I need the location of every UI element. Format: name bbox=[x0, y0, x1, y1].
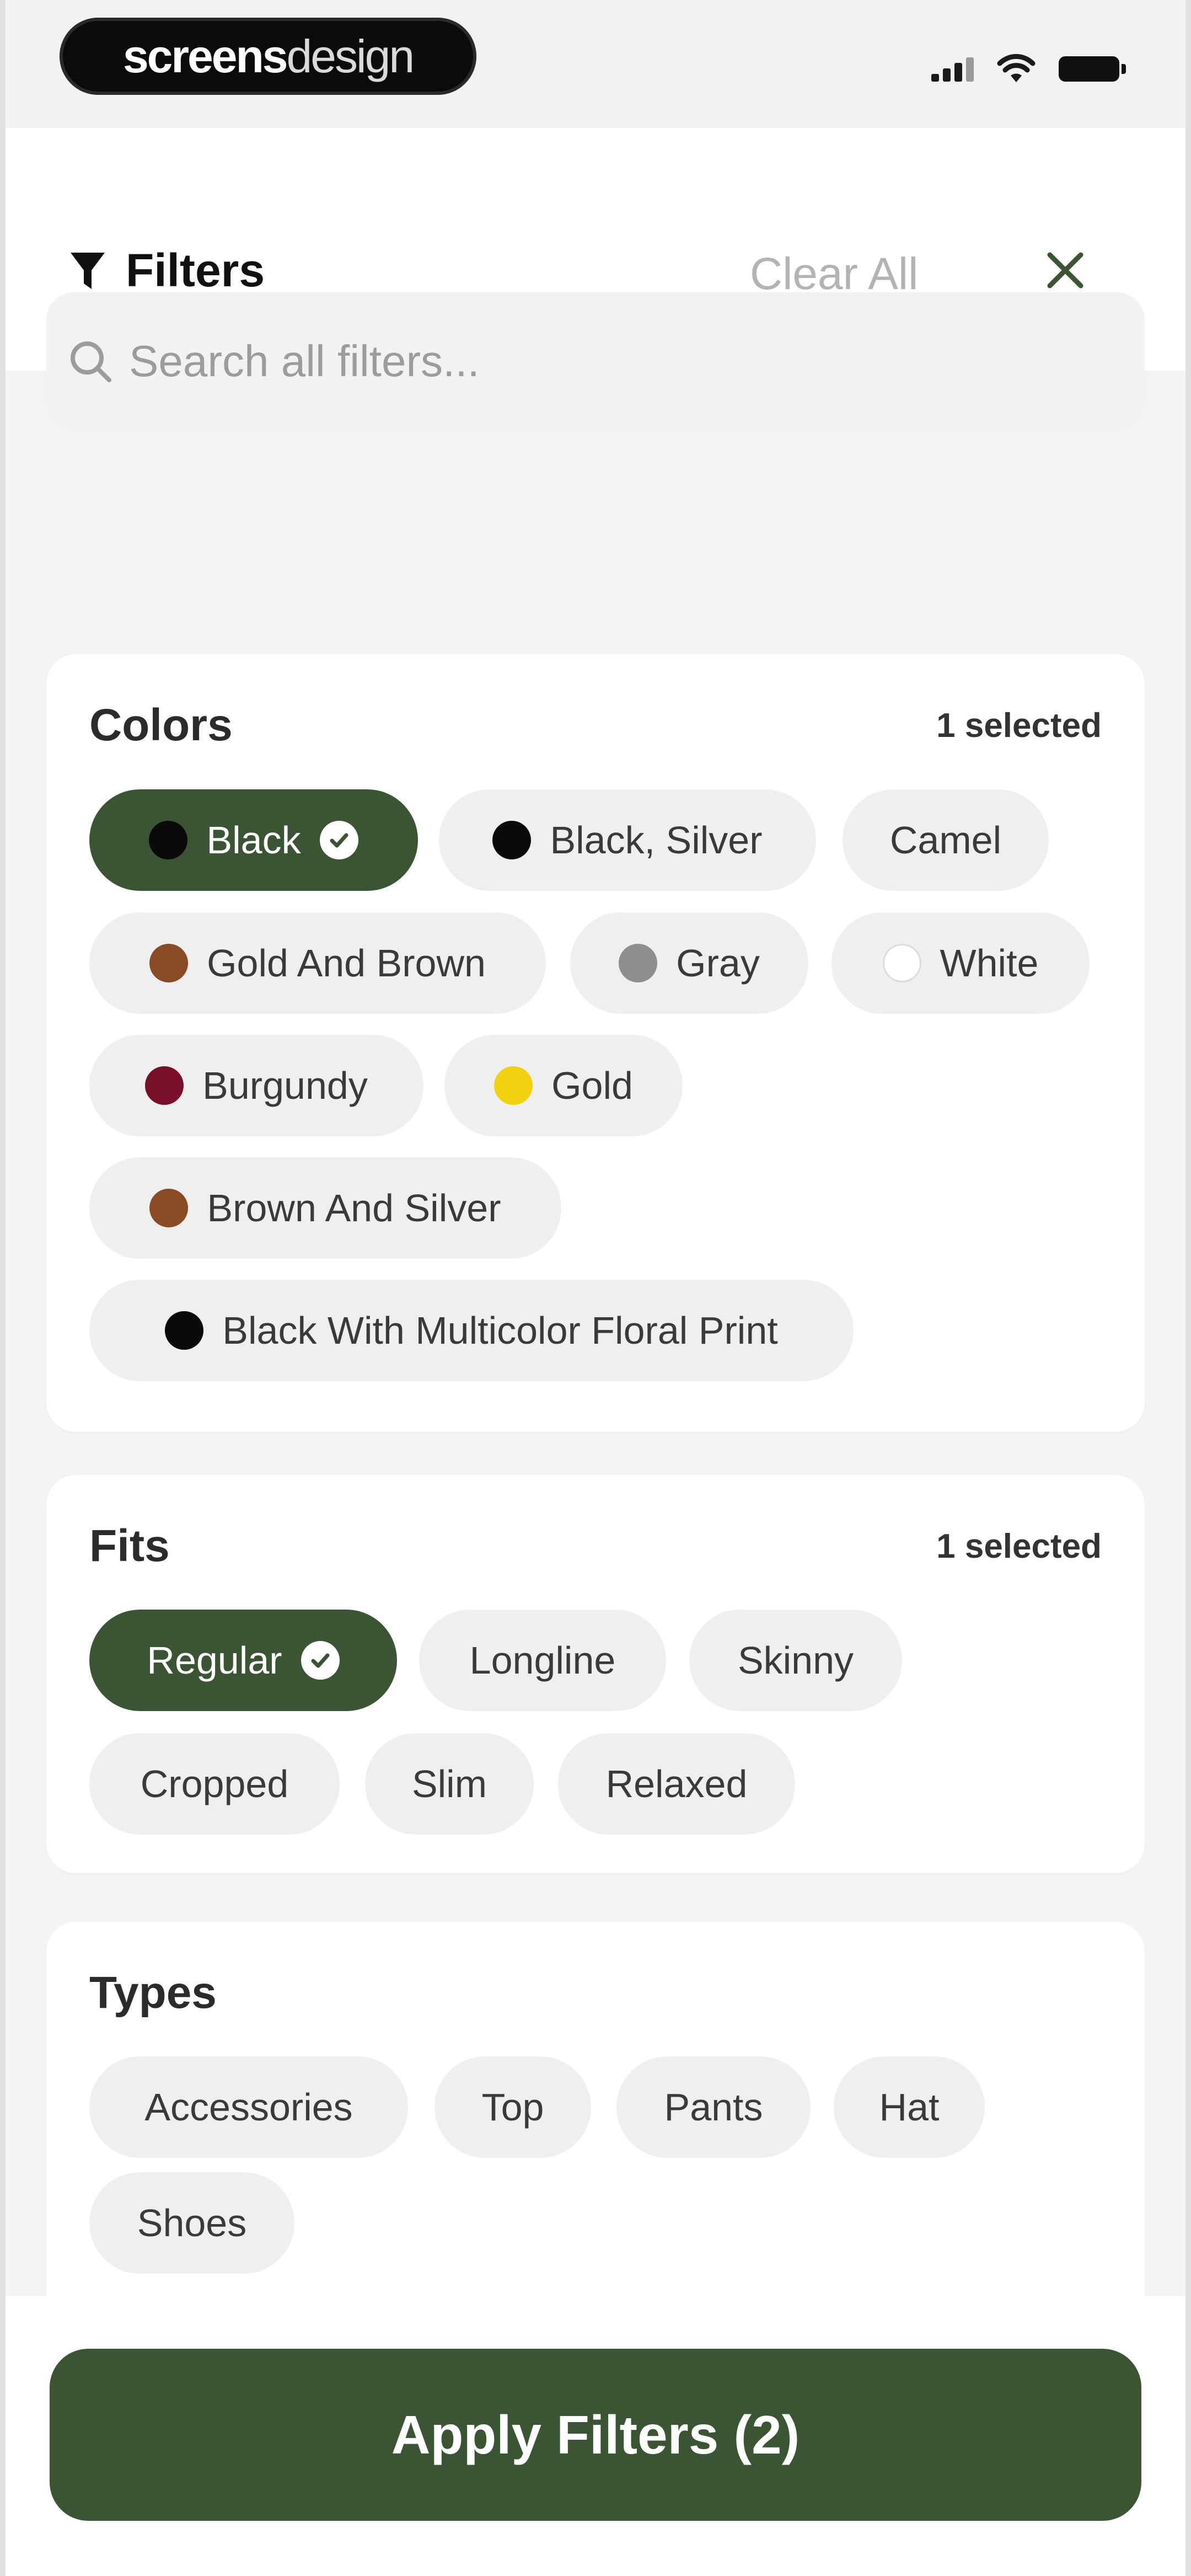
fit-chip-slim[interactable]: Slim bbox=[365, 1733, 534, 1835]
check-circle-icon bbox=[319, 821, 358, 859]
chip-label: Hat bbox=[879, 2086, 940, 2129]
chip-label: Skinny bbox=[737, 1639, 854, 1682]
chip-label: Gold And Brown bbox=[207, 942, 486, 985]
color-chip-brown-and-silver[interactable]: Brown And Silver bbox=[89, 1157, 561, 1259]
gold-swatch bbox=[494, 1066, 533, 1105]
chip-label: Gray bbox=[676, 942, 760, 985]
apply-filters-button[interactable]: Apply Filters (2) bbox=[50, 2349, 1141, 2521]
type-chip-hat[interactable]: Hat bbox=[834, 2056, 985, 2158]
chip-label: Pants bbox=[664, 2086, 763, 2129]
chip-label: Shoes bbox=[137, 2201, 247, 2244]
fits-section: Fits 1 selected Regular Longline Skinny … bbox=[46, 1475, 1145, 1873]
frame-edge-left bbox=[0, 0, 6, 2576]
chip-label: Black bbox=[206, 819, 301, 862]
chip-label: Black With Multicolor Floral Print bbox=[222, 1309, 778, 1352]
chip-label: Accessories bbox=[144, 2086, 353, 2129]
color-chip-camel[interactable]: Camel bbox=[843, 789, 1049, 891]
frame-edge-right bbox=[1185, 0, 1191, 2576]
status-bar: screens design bbox=[0, 0, 1191, 128]
colors-section: Colors 1 selected Black Black, Silver Ca… bbox=[46, 654, 1145, 1432]
brand-logo: screens design bbox=[60, 18, 476, 95]
chip-label: Longline bbox=[469, 1639, 616, 1682]
black-swatch bbox=[165, 1311, 204, 1350]
battery-icon bbox=[1059, 56, 1126, 82]
logo-text-bold: screens bbox=[122, 30, 288, 82]
close-icon[interactable] bbox=[1042, 247, 1088, 293]
colors-selected-count: 1 selected bbox=[936, 707, 1102, 745]
logo-text-light: design bbox=[286, 30, 415, 82]
burgundy-swatch bbox=[145, 1066, 184, 1105]
color-chip-gray[interactable]: Gray bbox=[570, 912, 808, 1014]
search-input[interactable] bbox=[129, 336, 1066, 387]
brown-swatch bbox=[149, 1189, 189, 1227]
types-section: Types Accessories Top Pants Hat Shoes bbox=[46, 1922, 1145, 2341]
color-chip-white[interactable]: White bbox=[831, 912, 1090, 1014]
type-chip-accessories[interactable]: Accessories bbox=[89, 2056, 408, 2158]
footer-bar: Apply Filters (2) bbox=[0, 2296, 1191, 2576]
fit-chip-regular[interactable]: Regular bbox=[89, 1610, 397, 1711]
chip-label: Burgundy bbox=[202, 1064, 368, 1107]
type-chip-shoes[interactable]: Shoes bbox=[89, 2172, 294, 2274]
section-title-fits: Fits bbox=[89, 1521, 170, 1571]
fit-chip-relaxed[interactable]: Relaxed bbox=[558, 1733, 795, 1835]
fit-chip-cropped[interactable]: Cropped bbox=[89, 1733, 340, 1835]
search-icon bbox=[71, 341, 111, 382]
fit-chip-longline[interactable]: Longline bbox=[419, 1610, 666, 1711]
brown-swatch bbox=[149, 944, 189, 982]
type-chip-top[interactable]: Top bbox=[434, 2056, 591, 2158]
funnel-icon bbox=[71, 252, 105, 289]
color-chip-gold[interactable]: Gold bbox=[444, 1035, 683, 1136]
chip-label: White bbox=[940, 942, 1039, 985]
chip-label: Camel bbox=[889, 819, 1002, 862]
section-title-types: Types bbox=[89, 1968, 217, 2018]
filters-title: Filters bbox=[69, 244, 265, 297]
filters-screen: screens design Filters Clear All Search … bbox=[0, 0, 1191, 2576]
type-chip-pants[interactable]: Pants bbox=[616, 2056, 811, 2158]
section-title-colors: Colors bbox=[89, 700, 233, 750]
color-chip-burgundy[interactable]: Burgundy bbox=[89, 1035, 423, 1136]
gray-swatch bbox=[619, 944, 658, 982]
page-title: Filters bbox=[126, 244, 265, 296]
chip-label: Top bbox=[481, 2086, 544, 2129]
white-swatch bbox=[882, 944, 921, 982]
fits-selected-count: 1 selected bbox=[936, 1527, 1102, 1565]
search-field[interactable] bbox=[46, 292, 1145, 430]
color-chip-black-floral[interactable]: Black With Multicolor Floral Print bbox=[89, 1280, 854, 1381]
black-swatch bbox=[149, 821, 188, 859]
chip-label: Relaxed bbox=[605, 1762, 748, 1805]
color-chip-black-silver[interactable]: Black, Silver bbox=[439, 789, 816, 891]
chip-label: Regular bbox=[147, 1639, 282, 1682]
black-swatch bbox=[492, 821, 532, 859]
wifi-icon bbox=[997, 54, 1036, 82]
check-circle-icon bbox=[301, 1641, 340, 1680]
cellular-signal-icon bbox=[931, 56, 974, 82]
chip-label: Gold bbox=[551, 1064, 633, 1107]
status-icons bbox=[931, 50, 1126, 88]
chip-label: Black, Silver bbox=[550, 819, 763, 862]
chip-label: Cropped bbox=[140, 1762, 289, 1805]
color-chip-gold-and-brown[interactable]: Gold And Brown bbox=[89, 912, 546, 1014]
chip-label: Brown And Silver bbox=[207, 1187, 501, 1230]
color-chip-black[interactable]: Black bbox=[89, 789, 418, 891]
chip-label: Slim bbox=[411, 1762, 487, 1805]
fit-chip-skinny[interactable]: Skinny bbox=[689, 1610, 902, 1711]
